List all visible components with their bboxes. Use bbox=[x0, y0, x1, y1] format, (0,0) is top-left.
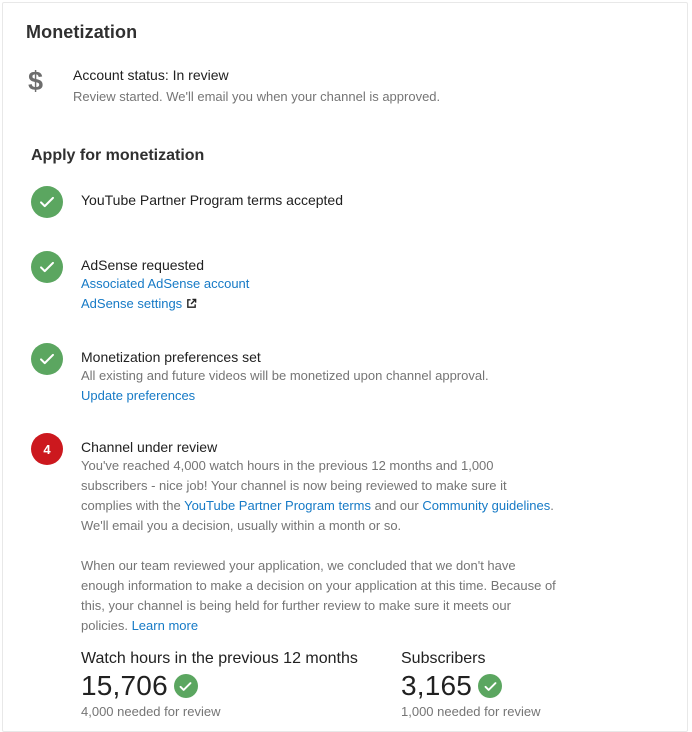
step-title: YouTube Partner Program terms accepted bbox=[81, 192, 343, 208]
review-paragraph-2: When our team reviewed your application,… bbox=[81, 558, 556, 633]
subscribers-label: Subscribers bbox=[401, 650, 486, 667]
step-title: Channel under review bbox=[81, 439, 218, 455]
adsense-settings-link[interactable]: AdSense settings bbox=[81, 294, 561, 315]
check-icon bbox=[31, 186, 63, 218]
account-status: Account status: In review bbox=[73, 67, 229, 83]
check-icon bbox=[31, 251, 63, 283]
associated-adsense-link[interactable]: Associated AdSense account bbox=[81, 274, 561, 294]
apply-section-title: Apply for monetization bbox=[31, 147, 205, 164]
adsense-settings-label: AdSense settings bbox=[81, 296, 183, 311]
update-preferences-link[interactable]: Update preferences bbox=[81, 386, 561, 406]
check-icon bbox=[173, 674, 198, 698]
learn-more-link[interactable]: Learn more bbox=[132, 618, 198, 633]
step-description: All existing and future videos will be m… bbox=[81, 368, 489, 383]
external-link-icon bbox=[186, 295, 197, 315]
subscribers-value: 3,165 bbox=[401, 670, 473, 701]
subscribers-stat: Subscribers 3,165 1,000 needed for revie… bbox=[401, 648, 540, 722]
community-guidelines-link[interactable]: Community guidelines bbox=[422, 498, 550, 513]
check-icon bbox=[31, 343, 63, 375]
review-paragraph-1: You've reached 4,000 watch hours in the … bbox=[81, 458, 554, 533]
step-title: AdSense requested bbox=[81, 257, 204, 273]
account-status-detail: Review started. We'll email you when you… bbox=[73, 89, 441, 104]
step-number-badge: 4 bbox=[31, 433, 63, 465]
dollar-icon: $ bbox=[28, 66, 44, 96]
watch-hours-needed: 4,000 needed for review bbox=[81, 704, 221, 719]
step-title: Monetization preferences set bbox=[81, 349, 261, 365]
check-icon bbox=[478, 674, 503, 698]
partner-program-terms-link[interactable]: YouTube Partner Program terms bbox=[184, 498, 371, 513]
page-title: Monetization bbox=[26, 22, 138, 42]
watch-hours-stat: Watch hours in the previous 12 months 15… bbox=[81, 648, 358, 722]
watch-hours-label: Watch hours in the previous 12 months bbox=[81, 650, 358, 667]
watch-hours-value: 15,706 bbox=[81, 670, 168, 701]
subscribers-needed: 1,000 needed for review bbox=[401, 704, 541, 719]
